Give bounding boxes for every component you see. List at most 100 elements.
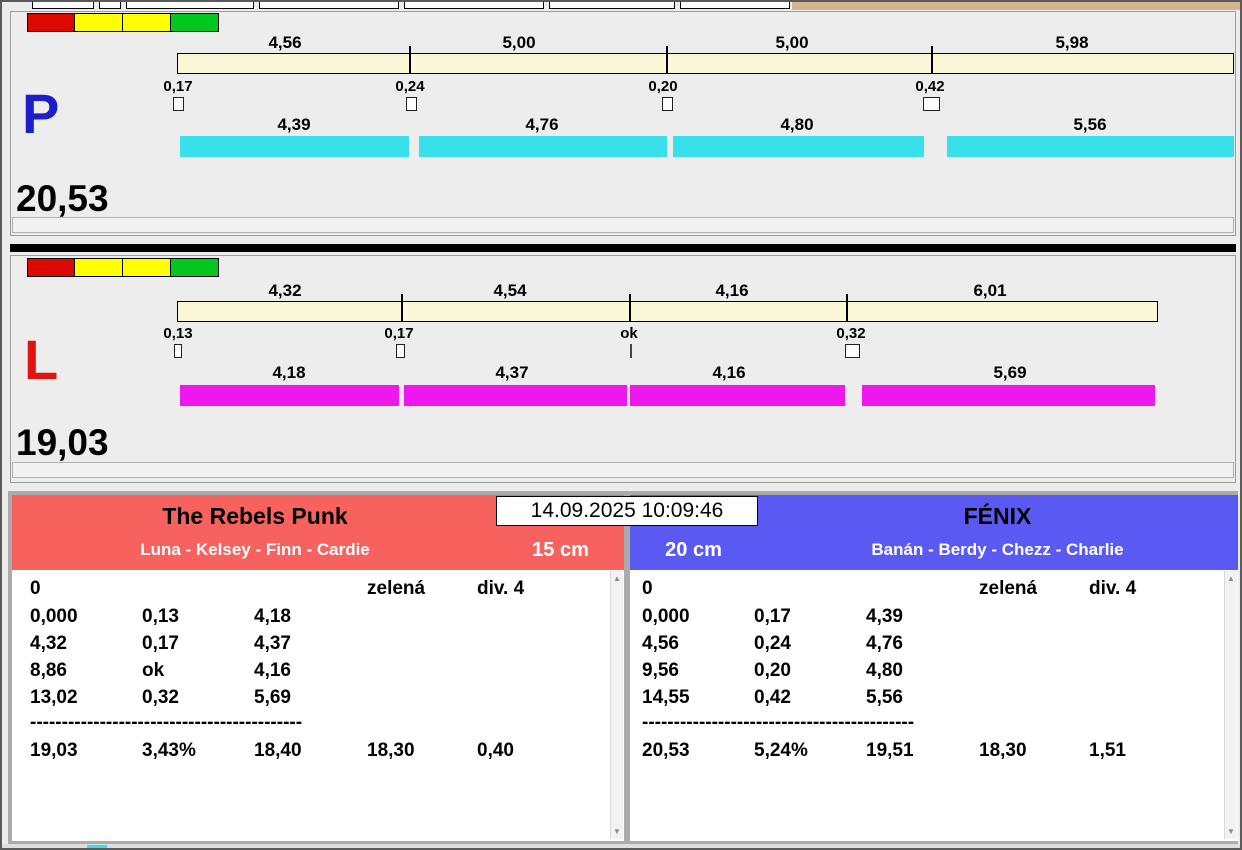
leg-bar <box>947 136 1234 157</box>
lane-total-right: 20,53 <box>16 178 109 219</box>
scroll-down-icon[interactable]: ▼ <box>611 827 623 836</box>
cell <box>979 633 1089 655</box>
cell <box>367 660 477 682</box>
team-dogs-right: Banán - Berdy - Chezz - Charlie <box>871 540 1124 559</box>
cell: ok <box>142 660 165 681</box>
cell: 0,42 <box>754 687 791 708</box>
cell: 5,56 <box>866 687 903 708</box>
cell: 0 <box>30 578 41 599</box>
traffic-light-red <box>27 258 75 277</box>
change-time: 0,13 <box>163 325 193 342</box>
cell <box>979 660 1089 682</box>
leg-time: 5,56 <box>1073 115 1107 134</box>
cell <box>754 578 866 600</box>
window-background-strip <box>792 2 1240 10</box>
lane-status-strip <box>12 462 1234 478</box>
cell <box>367 633 477 655</box>
cell <box>1089 687 1189 709</box>
change-time: 0,17 <box>384 325 414 342</box>
toolbar-button-partial[interactable] <box>404 2 544 9</box>
scroll-up-icon[interactable]: ▲ <box>1225 574 1237 583</box>
table-row: 4,32 0,17 4,37 <box>30 633 577 655</box>
split-progress-bar <box>177 53 1234 74</box>
change-width-indicator <box>173 97 184 111</box>
datetime-display: 14.09.2025 10:09:46 <box>496 496 758 526</box>
lane-divider <box>10 244 1236 252</box>
toolbar-button-partial[interactable] <box>126 2 254 9</box>
leg-bar <box>862 385 1155 406</box>
toolbar-button-partial[interactable] <box>32 2 94 9</box>
leg-bar <box>180 136 409 157</box>
cell: 4,16 <box>254 660 291 681</box>
change-time: ok <box>620 325 638 342</box>
table-separator: ----------------------------------------… <box>642 712 915 733</box>
team-results-left: 0 zelená div. 4 0,000 0,13 4,18 4,32 0,17 4,37… <box>12 570 624 841</box>
split-time: 4,32 <box>268 281 302 300</box>
cell: 8,86 <box>30 660 67 681</box>
leg-bar <box>404 385 627 406</box>
change-width-indicator <box>662 97 673 111</box>
change-time: 0,42 <box>915 78 945 95</box>
cell: 14,55 <box>642 687 690 708</box>
leg-time: 4,80 <box>780 115 814 134</box>
scroll-down-icon[interactable]: ▼ <box>1225 827 1237 836</box>
cell: 20,53 <box>642 740 690 761</box>
split-time: 4,56 <box>268 33 302 52</box>
cell: 4,18 <box>254 606 291 627</box>
cell <box>477 687 577 709</box>
table-total-row: 20,53 5,24% 19,51 18,30 1,51 <box>642 740 1189 762</box>
cell <box>1089 633 1189 655</box>
cell: 0,20 <box>754 660 791 681</box>
toolbar-button-partial[interactable] <box>99 2 121 9</box>
jump-height-left: 15 cm <box>532 539 589 561</box>
split-time: 5,00 <box>502 33 536 52</box>
traffic-light-green <box>171 258 219 277</box>
table-total-row: 19,03 3,43% 18,40 18,30 0,40 <box>30 740 577 762</box>
cell <box>979 606 1089 628</box>
lane-status-strip <box>12 217 1234 233</box>
lane-letter-right: P <box>22 82 60 145</box>
scrollbar[interactable]: ▲ ▼ <box>1224 571 1237 839</box>
table-row: 8,86 ok 4,16 <box>30 660 577 682</box>
table-row: 9,56 0,20 4,80 <box>642 660 1189 682</box>
cell: 5,69 <box>254 687 291 708</box>
cell: 3,43% <box>142 740 196 761</box>
cell: 4,39 <box>866 606 903 627</box>
cell: 18,30 <box>979 740 1027 761</box>
cell: 0 <box>642 578 653 599</box>
table-row: 0,000 0,17 4,39 <box>642 606 1189 628</box>
lane-total-left: 19,03 <box>16 422 109 463</box>
change-width-indicator <box>406 97 417 111</box>
team-name-left: The Rebels Punk <box>162 503 348 529</box>
table-row: 0 zelená div. 4 <box>30 578 577 600</box>
cell: div. 4 <box>1089 578 1137 599</box>
traffic-light-yellow <box>75 13 123 32</box>
scroll-up-icon[interactable]: ▲ <box>611 574 623 583</box>
toolbar-button-partial[interactable] <box>549 2 675 9</box>
cell: 4,37 <box>254 633 291 654</box>
cell: 4,56 <box>642 633 679 654</box>
toolbar-button-partial[interactable] <box>680 2 790 9</box>
toolbar-button-partial[interactable] <box>259 2 399 9</box>
cell: zelená <box>367 578 426 599</box>
cell <box>866 578 979 600</box>
leg-time: 4,37 <box>495 363 529 382</box>
split-divider <box>401 294 403 322</box>
leg-time: 4,39 <box>277 115 311 134</box>
change-time: 0,20 <box>648 78 678 95</box>
team-name-right: FÉNIX <box>963 503 1032 529</box>
cell <box>254 578 367 600</box>
split-progress-bar <box>177 301 1158 322</box>
change-time: 0,24 <box>395 78 425 95</box>
cell <box>477 660 577 682</box>
cell <box>1089 660 1189 682</box>
scrollbar[interactable]: ▲ ▼ <box>610 571 623 839</box>
cell: 0,32 <box>142 687 179 708</box>
cell: 18,40 <box>254 740 302 761</box>
split-time: 5,98 <box>1055 33 1089 52</box>
cell <box>142 578 254 600</box>
split-divider <box>931 46 933 74</box>
leg-time: 5,69 <box>993 363 1027 382</box>
split-divider <box>666 46 668 74</box>
leg-time: 4,16 <box>712 363 746 382</box>
